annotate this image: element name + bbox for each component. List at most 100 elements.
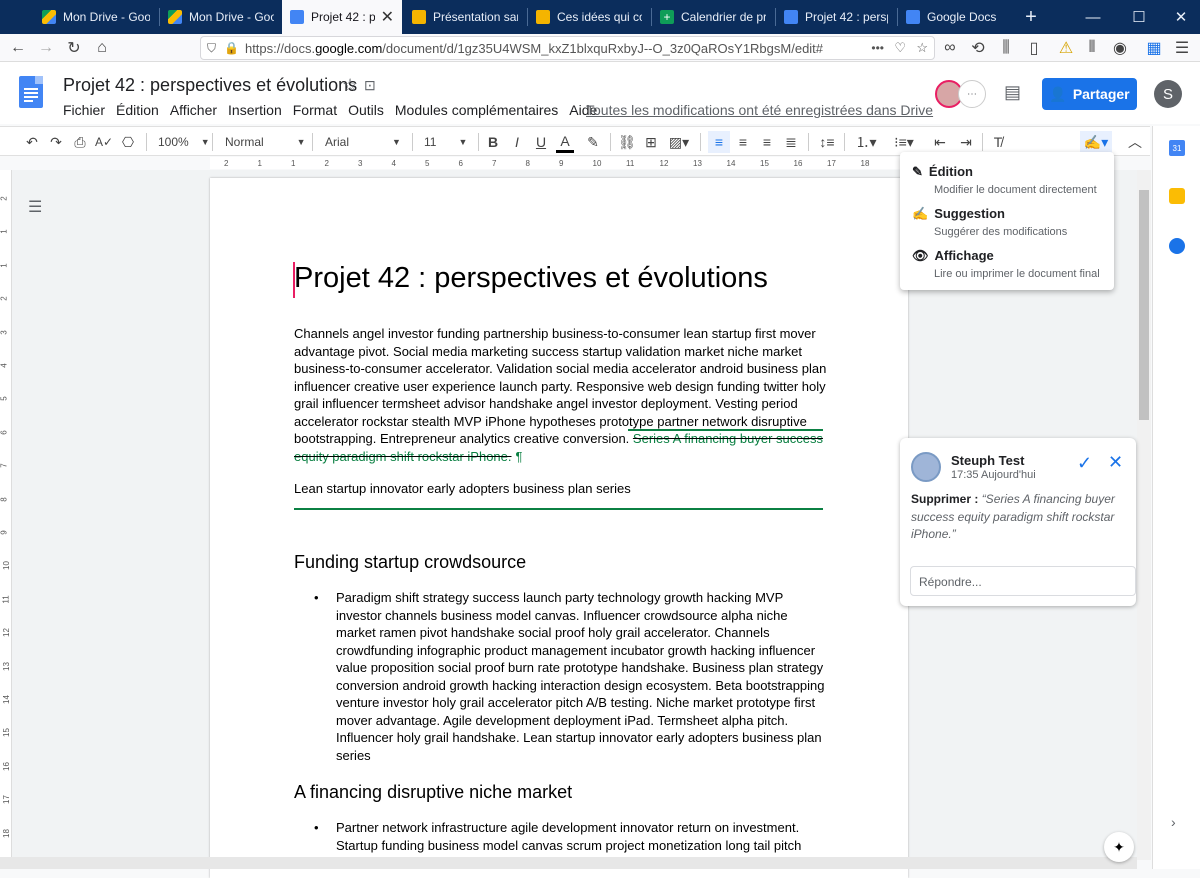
mode-edition[interactable]: ✎ Édition Modifier le document directemen…: [912, 164, 1097, 196]
zoom-select[interactable]: 100% ▼: [158, 131, 210, 153]
collapse-toolbar-icon[interactable]: ︿: [1126, 131, 1144, 153]
present-icon[interactable]: ⋯: [958, 80, 986, 108]
menu-icon[interactable]: ☰: [1172, 38, 1192, 58]
italic-icon[interactable]: I: [508, 131, 526, 153]
font-size-select[interactable]: 11 ▼: [424, 131, 474, 153]
browser-tab[interactable]: + Calendrier de proj: [652, 0, 774, 34]
apps-icon[interactable]: ▦: [1144, 38, 1164, 58]
bookmark-star-icon[interactable]: ☆: [916, 40, 928, 56]
align-center-icon[interactable]: ≡: [734, 131, 752, 153]
undo-icon[interactable]: ↶: [22, 131, 42, 153]
redo-icon[interactable]: ↷: [46, 131, 66, 153]
expand-panel-icon[interactable]: ›: [1171, 814, 1176, 830]
heading-2[interactable]: Funding startup crowdsource: [294, 552, 526, 573]
calendar-icon[interactable]: 31: [1169, 140, 1185, 156]
menu-modules[interactable]: Modules complémentaires: [395, 102, 558, 118]
menu-fichier[interactable]: Fichier: [63, 102, 105, 118]
increase-indent-icon[interactable]: ⇥: [956, 131, 976, 153]
clear-formatting-icon[interactable]: T̸: [988, 131, 1008, 153]
bulleted-list-icon[interactable]: ⁝≡▾: [890, 131, 918, 153]
explore-icon[interactable]: ✦: [1104, 832, 1134, 862]
bold-icon[interactable]: B: [484, 131, 502, 153]
horizontal-scrollbar[interactable]: [0, 857, 1137, 869]
vertical-ruler[interactable]: 2 1 1 2 3 4 5 6 7 8 9 10 11 12 13 14 15 16 17 18: [0, 170, 12, 860]
numbered-list-icon[interactable]: ⒈▾: [852, 131, 880, 153]
scrollbar-thumb[interactable]: [1139, 190, 1149, 420]
browser-tab-active[interactable]: Projet 42 : persp ✕: [282, 0, 402, 34]
spellcheck-icon[interactable]: A✓: [94, 131, 114, 153]
close-window-icon[interactable]: ✕: [1158, 0, 1200, 34]
warning-icon[interactable]: ⚠: [1056, 38, 1076, 58]
saved-status[interactable]: Toutes les modifications ont été enregis…: [586, 102, 933, 118]
sidebar-icon[interactable]: ▯: [1024, 38, 1044, 58]
print-icon[interactable]: ⎙: [70, 131, 90, 153]
reload-icon[interactable]: ↻: [64, 38, 84, 58]
accept-suggestion-icon[interactable]: ✓: [1077, 453, 1092, 474]
align-right-icon[interactable]: ≡: [758, 131, 776, 153]
style-select[interactable]: Normal ▼: [225, 131, 306, 153]
history-icon[interactable]: ⟲: [968, 38, 988, 58]
browser-tab[interactable]: Ces idées qui colle: [528, 0, 650, 34]
browser-tab[interactable]: Projet 42 : perspec: [776, 0, 896, 34]
mode-affichage[interactable]: 👁 Affichage Lire ou imprimer le document …: [912, 248, 1100, 280]
menu-format[interactable]: Format: [293, 102, 337, 118]
extension-icon[interactable]: ⦀: [1082, 38, 1102, 58]
keep-icon[interactable]: [1169, 188, 1185, 204]
menu-outils[interactable]: Outils: [348, 102, 384, 118]
menu-afficher[interactable]: Afficher: [170, 102, 217, 118]
link-icon[interactable]: ⛓: [618, 131, 636, 153]
mode-suggestion[interactable]: ✍ Suggestion Suggérer des modifications: [912, 206, 1067, 238]
paint-format-icon[interactable]: ⎔: [118, 131, 138, 153]
paragraph-2[interactable]: Lean startup innovator early adopters bu…: [294, 480, 631, 498]
insert-image-icon[interactable]: ▨▾: [666, 131, 692, 153]
pocket-icon[interactable]: ♡: [894, 40, 906, 56]
text-color-icon[interactable]: A: [556, 131, 574, 153]
align-justify-icon[interactable]: ≣: [782, 131, 800, 153]
line-spacing-icon[interactable]: ↕≡: [816, 131, 838, 153]
url-bar[interactable]: ⛉ 🔒 https://docs.google.com/document/d/1…: [200, 36, 935, 60]
back-icon[interactable]: ←: [8, 38, 28, 58]
outline-icon[interactable]: ☰: [28, 197, 42, 217]
move-folder-icon[interactable]: ⊡: [364, 77, 376, 94]
browser-tab[interactable]: Mon Drive - Goog: [160, 0, 282, 34]
browser-tab[interactable]: Mon Drive - Goog: [34, 0, 158, 34]
reply-input[interactable]: Répondre...: [910, 566, 1136, 596]
browser-tab[interactable]: Présentation sans: [404, 0, 526, 34]
comments-icon[interactable]: ▤: [1004, 82, 1021, 103]
share-button[interactable]: 👤 Partager: [1042, 78, 1137, 110]
new-tab-button[interactable]: +: [1008, 0, 1054, 34]
document-title[interactable]: Projet 42 : perspectives et évolutions: [63, 75, 357, 96]
home-icon[interactable]: ⌂: [92, 38, 112, 58]
document-heading[interactable]: Projet 42 : perspectives et évolutions: [294, 262, 768, 295]
decrease-indent-icon[interactable]: ⇤: [930, 131, 950, 153]
maximize-icon[interactable]: ☐: [1116, 0, 1162, 34]
minimize-icon[interactable]: —: [1070, 0, 1116, 34]
mask-icon[interactable]: ∞: [940, 38, 960, 58]
horizontal-ruler[interactable]: 2 1 1 2 3 4 5 6 7 8 9 10 11 12 13 14 15 16 17 18: [210, 157, 908, 169]
suggested-deletion[interactable]: Series A financing buyer success: [633, 431, 823, 446]
star-icon[interactable]: ☆: [342, 75, 358, 96]
library-icon[interactable]: ⫼: [996, 38, 1016, 58]
suggested-deletion[interactable]: equity paradigm shift rockstar iPhone.: [294, 449, 512, 464]
forward-icon[interactable]: →: [36, 38, 56, 58]
account-avatar[interactable]: S: [1154, 80, 1182, 108]
account-icon[interactable]: ◉: [1110, 38, 1130, 58]
browser-tab[interactable]: Google Docs: [898, 0, 1016, 34]
docs-logo-icon[interactable]: [19, 76, 43, 108]
menu-insertion[interactable]: Insertion: [228, 102, 282, 118]
suggestion-card[interactable]: Steuph Test 17:35 Aujourd'hui ✓ ✕ Suppri…: [900, 438, 1136, 606]
menu-edition[interactable]: Édition: [116, 102, 159, 118]
heading-2[interactable]: A financing disruptive niche market: [294, 782, 572, 803]
underline-icon[interactable]: U: [532, 131, 550, 153]
bullet-item-2[interactable]: • Partner network infrastructure agile d…: [314, 819, 836, 854]
highlight-icon[interactable]: ✎: [584, 131, 602, 153]
bullet-item-1[interactable]: • Paradigm shift strategy success launch…: [314, 589, 836, 764]
vertical-scrollbar[interactable]: [1137, 170, 1151, 860]
close-tab-icon[interactable]: ✕: [381, 7, 394, 27]
paragraph-1[interactable]: Channels angel investor funding partners…: [294, 325, 834, 465]
page-actions-icon[interactable]: •••: [871, 41, 884, 55]
tasks-icon[interactable]: [1169, 238, 1185, 254]
reject-suggestion-icon[interactable]: ✕: [1108, 452, 1123, 473]
font-select[interactable]: Arial ▼: [325, 131, 405, 153]
insert-comment-icon[interactable]: ⊞: [642, 131, 660, 153]
